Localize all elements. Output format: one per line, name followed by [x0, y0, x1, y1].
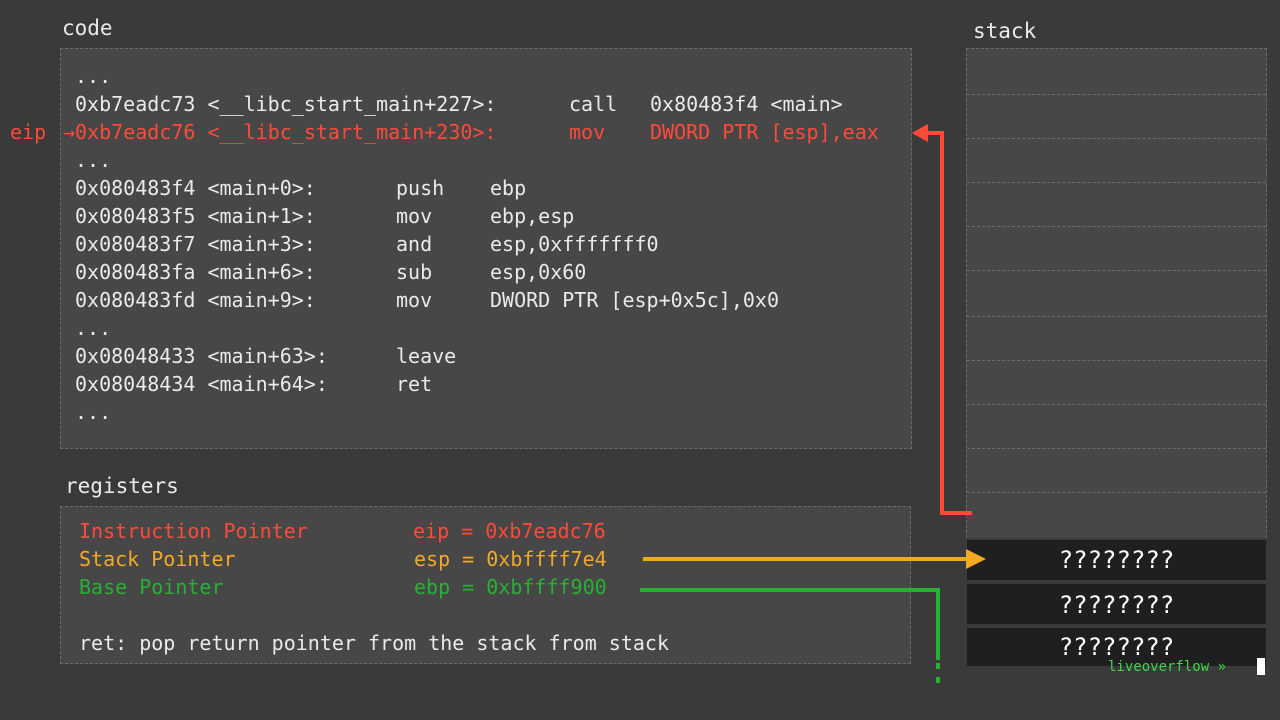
eip-arrow — [925, 131, 972, 515]
terminal-cursor — [1257, 658, 1265, 675]
channel-watermark: liveoverflow » — [1108, 659, 1227, 675]
pointer-arrows — [640, 124, 986, 690]
esp-arrowhead — [966, 549, 986, 569]
ebp-arrow — [640, 588, 940, 660]
eip-arrowhead — [912, 124, 928, 142]
